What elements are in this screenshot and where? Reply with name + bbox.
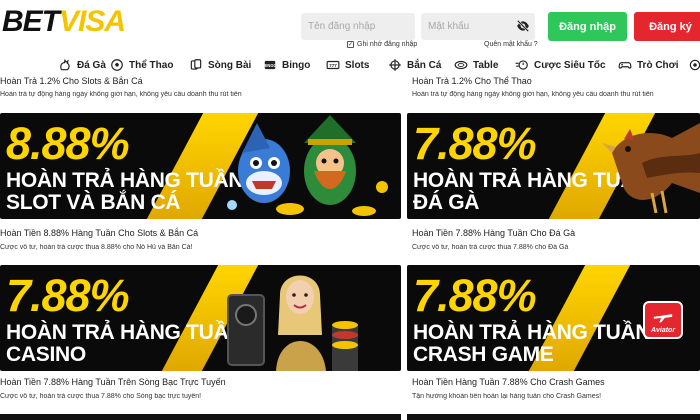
- banner-line-1: HOÀN TRẢ HÀNG TUẦN: [6, 321, 244, 344]
- banner-line-1: HOÀN TRẢ HÀNG TUẦN: [413, 321, 651, 344]
- remember-me[interactable]: ✓ Ghi nhớ đăng nhập: [347, 41, 417, 48]
- banner-line-2: ĐÁ GÀ: [413, 191, 480, 214]
- slots-characters-illustration: [227, 115, 388, 216]
- username-input[interactable]: [301, 13, 415, 40]
- promo-cut-title-right[interactable]: Hoàn Trả 1.2% Cho Thể Thao: [412, 76, 700, 86]
- logo-part-bet: BET: [2, 5, 60, 38]
- banner-line-2: CRASH GAME: [413, 343, 554, 366]
- slots-icon: 777: [326, 60, 340, 70]
- next-promo-banner-left[interactable]: [0, 414, 401, 420]
- bingo-icon: BINGO: [263, 60, 277, 70]
- nav-item-label: Thể Thao: [129, 59, 174, 71]
- casino-dealer-illustration: [227, 275, 358, 371]
- promo-banner-slots[interactable]: 8.88% HOÀN TRẢ HÀNG TUẦN SLOT VÀ BẮN CÁ: [0, 113, 401, 219]
- promo-desc-da-ga: Cược vô tư, hoàn trả cược thua 7.88% cho…: [412, 244, 569, 251]
- remember-checkbox[interactable]: ✓: [347, 41, 354, 48]
- nav-item-label: Slots: [345, 59, 370, 71]
- banner-percentage: 8.88%: [6, 118, 130, 169]
- nav-item-table[interactable]: Table: [454, 58, 498, 72]
- nav-item-label: Sòng Bài: [208, 59, 252, 71]
- nav-item-song-bai[interactable]: Sòng Bài: [189, 58, 251, 72]
- gear-icon: [689, 59, 700, 71]
- cards-icon: [190, 59, 202, 70]
- svg-text:777: 777: [329, 63, 337, 68]
- promo-title-crash-game[interactable]: Hoàn Tiền Hàng Tuần 7.88% Cho Crash Game…: [412, 377, 605, 387]
- nav-item-cuoc-sieu-toc[interactable]: Cược Siêu Tốc: [515, 58, 606, 72]
- login-button[interactable]: Đăng nhập: [548, 12, 627, 41]
- banner-percentage: 7.88%: [6, 270, 130, 321]
- promo-desc-slots: Cược vô tư, hoàn trả cược thua 8.88% cho…: [0, 244, 193, 251]
- promo-cut-desc-left: Hoàn trả tự động hàng ngày không giới hạ…: [0, 91, 242, 98]
- nav-item-label: Table: [473, 59, 499, 71]
- aviator-game-badge: Aviator: [643, 301, 683, 339]
- promo-banner-da-ga[interactable]: 7.88% HOÀN TRẢ HÀNG TUẦN ĐÁ GÀ: [407, 113, 700, 219]
- promo-banner-crash-game[interactable]: 7.88% HOÀN TRẢ HÀNG TUẦN CRASH GAME Avia…: [407, 265, 700, 371]
- banner-percentage: 7.88%: [413, 118, 537, 169]
- fish-target-icon: [389, 59, 401, 71]
- promo-desc-crash-game: Tận hưởng khoản tiền hoàn lại hàng tuần …: [412, 393, 602, 400]
- promo-cut-desc-right: Hoàn trả tự động hàng ngày không giới hạ…: [412, 91, 654, 98]
- register-button[interactable]: Đăng ký: [634, 12, 700, 41]
- eye-slash-icon[interactable]: [516, 19, 530, 33]
- nav-item-the-thao[interactable]: Thể Thao: [110, 58, 173, 72]
- promo-desc-casino: Cược vô tư, hoàn trả cược thua 7.88% cho…: [0, 393, 202, 400]
- nav-item-ban-ca[interactable]: Bắn Cá: [388, 58, 441, 72]
- promo-cut-title-left[interactable]: Hoàn Trả 1.2% Cho Slots & Bắn Cá: [0, 76, 395, 86]
- betvisa-logo[interactable]: BET VISA: [2, 5, 126, 39]
- svg-text:BINGO: BINGO: [263, 63, 276, 68]
- game-controller-icon: [618, 62, 632, 69]
- airplane-icon: [653, 314, 673, 323]
- banner-line-1: HOÀN TRẢ HÀNG TUẦN: [6, 169, 244, 192]
- nav-item-label: Bắn Cá: [407, 59, 442, 71]
- table-icon: [454, 60, 468, 70]
- nav-item-label: Bingo: [282, 59, 311, 71]
- promo-title-slots[interactable]: Hoàn Tiền 8.88% Hàng Tuần Cho Slots & Bắ…: [0, 228, 198, 238]
- banner-percentage: 7.88%: [413, 270, 537, 321]
- nav-item-slots[interactable]: 777 Slots: [326, 58, 369, 72]
- rooster-illustration: [602, 123, 700, 214]
- promo-banner-casino[interactable]: 7.88% HOÀN TRẢ HÀNG TUẦN CASINO: [0, 265, 401, 371]
- nav-item-bingo[interactable]: BINGO Bingo: [263, 58, 310, 72]
- fast-bet-icon: [515, 60, 528, 70]
- logo-part-visa: VISA: [59, 5, 126, 38]
- rooster-icon: [60, 58, 70, 71]
- nav-item-tro-choi[interactable]: Trò Chơi: [618, 58, 679, 72]
- nav-item-more[interactable]: [688, 58, 700, 72]
- banner-line-2: CASINO: [6, 343, 86, 366]
- nav-item-label: Trò Chơi: [637, 59, 679, 71]
- aviator-badge-label: Aviator: [650, 327, 676, 334]
- header: BETVISA ✓ Ghi nhớ đăng nhập Quên mật khẩ…: [0, 0, 700, 54]
- promo-title-casino[interactable]: Hoàn Tiền 7.88% Hàng Tuần Trên Sòng Bạc …: [0, 377, 226, 387]
- banner-line-2: SLOT VÀ BẮN CÁ: [6, 191, 181, 214]
- remember-label: Ghi nhớ đăng nhập: [357, 41, 418, 48]
- promo-title-da-ga[interactable]: Hoàn Tiền 7.88% Hàng Tuần Cho Đá Gà: [412, 228, 575, 238]
- nav-item-label: Đá Gà: [77, 59, 106, 71]
- next-promo-banner-right[interactable]: [407, 414, 700, 420]
- nav-item-label: Cược Siêu Tốc: [534, 59, 606, 71]
- main-nav: Đá Gà Thể Thao Sòng Bài BINGO Bingo 777 …: [0, 54, 700, 78]
- forgot-password-link[interactable]: Quên mật khẩu ?: [484, 41, 538, 48]
- soccer-ball-icon: [111, 59, 123, 71]
- nav-item-da-ga[interactable]: Đá Gà: [58, 58, 106, 72]
